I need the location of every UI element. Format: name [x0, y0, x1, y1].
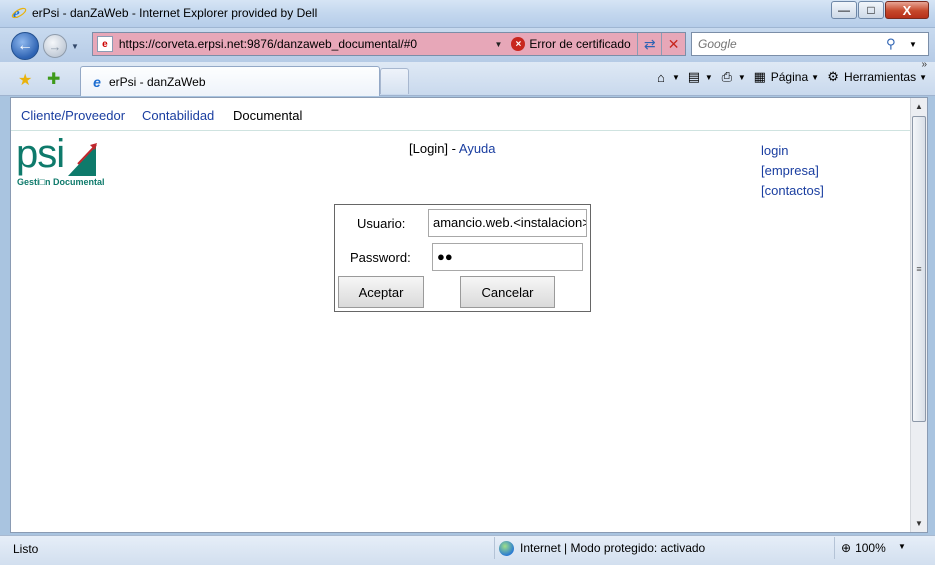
logo-triangle-icon — [68, 143, 97, 176]
certificate-error-icon[interactable]: × — [511, 37, 526, 51]
tools-menu[interactable]: ⚙ Herramientas ▼ — [825, 69, 927, 85]
address-dropdown-icon[interactable]: ▼ — [490, 40, 508, 49]
menu-documental[interactable]: Documental — [233, 108, 302, 123]
add-favorites-icon[interactable]: ✚ — [47, 69, 60, 89]
scroll-thumb[interactable]: ≡ — [912, 116, 926, 422]
side-links: login [empresa] [contactos] — [761, 141, 824, 201]
tab-row: ★ ✚ e erPsi - danZaWeb ⌂ ▼ ▤ ▼ ⎙ ▼ ▦ Página ▼… — [0, 59, 935, 96]
page-menu-label: Página — [770, 70, 809, 84]
feeds-button[interactable]: ▤ ▼ — [686, 69, 713, 85]
stop-icon[interactable]: ✕ — [661, 33, 685, 55]
zoom-magnifier-icon: ⊕ — [841, 541, 852, 555]
page-menu[interactable]: ▦ Página ▼ — [752, 69, 819, 85]
ie-icon: e — [11, 5, 27, 22]
maximize-button[interactable]: □ — [858, 1, 884, 19]
login-form: Usuario: amancio.web.<instalacion> Passw… — [334, 204, 591, 312]
tab-active[interactable]: e erPsi - danZaWeb — [80, 66, 380, 96]
scroll-up-icon[interactable]: ▲ — [911, 98, 927, 115]
password-field[interactable]: ●● — [432, 243, 583, 271]
search-dropdown-icon[interactable]: ▼ — [904, 40, 922, 49]
globe-icon — [499, 540, 514, 556]
feeds-dropdown-icon[interactable]: ▼ — [705, 73, 713, 82]
forward-arrow-icon: → — [48, 38, 62, 54]
username-label: Usuario: — [357, 216, 406, 231]
login-bracket-link[interactable]: [Login] — [409, 141, 448, 156]
help-link[interactable]: Ayuda — [459, 141, 496, 156]
cancel-button[interactable]: Cancelar — [460, 276, 555, 308]
accept-button[interactable]: Aceptar — [338, 276, 424, 308]
certificate-error-label[interactable]: Error de certificado — [529, 37, 633, 51]
app-menu-bar: Cliente/Proveedor Contabilidad Documenta… — [11, 98, 911, 131]
side-link-contactos[interactable]: [contactos] — [761, 181, 824, 201]
forward-button[interactable]: → — [43, 34, 67, 58]
print-button[interactable]: ⎙ ▼ — [719, 69, 746, 85]
print-dropdown-icon[interactable]: ▼ — [738, 73, 746, 82]
address-url[interactable]: https://corveta.erpsi.net:9876/danzaweb_… — [119, 37, 490, 51]
chevron-more-icon[interactable]: » — [921, 59, 927, 70]
zoom-level: 100% — [855, 541, 886, 555]
printer-icon: ⎙ — [721, 69, 733, 84]
header-links: [Login] - Ayuda — [409, 141, 496, 156]
minimize-icon: — — [838, 3, 850, 17]
security-zone[interactable]: Internet | Modo protegido: activado — [494, 537, 705, 559]
tools-dropdown-icon: ▼ — [919, 72, 927, 82]
page-favicon-icon: e — [97, 36, 113, 52]
close-icon: X — [902, 2, 912, 18]
logo-subtitle: Gesti□n Documental — [17, 177, 105, 187]
tab-label: erPsi - danZaWeb — [109, 74, 206, 89]
page-icon: ▦ — [753, 69, 766, 84]
side-link-empresa[interactable]: [empresa] — [761, 161, 824, 181]
rss-icon: ▤ — [687, 69, 701, 84]
menu-contabilidad[interactable]: Contabilidad — [142, 108, 214, 123]
username-field[interactable]: amancio.web.<instalacion> — [428, 209, 587, 237]
address-row: ← → ▼ e https://corveta.erpsi.net:9876/d… — [0, 28, 935, 62]
history-dropdown-icon[interactable]: ▼ — [71, 42, 79, 51]
window-title: erPsi - danZaWeb - Internet Explorer pro… — [32, 6, 318, 20]
psi-logo: psi Gesti□n Documental — [16, 132, 126, 190]
side-link-login[interactable]: login — [761, 141, 824, 161]
refresh-icon[interactable]: ⇄ — [637, 33, 661, 55]
zoom-control[interactable]: ⊕ 100% — [834, 537, 886, 559]
back-button[interactable]: ← — [11, 32, 39, 60]
maximize-icon: □ — [867, 3, 875, 17]
zone-label: Internet | Modo protegido: activado — [520, 541, 706, 555]
tools-menu-label: Herramientas — [844, 70, 917, 84]
minimize-button[interactable]: — — [831, 1, 857, 19]
new-tab-button[interactable] — [380, 68, 409, 94]
home-button[interactable]: ⌂ ▼ — [653, 69, 680, 85]
tab-ie-icon: e — [93, 73, 101, 90]
status-bar: Listo Internet | Modo protegido: activad… — [0, 535, 935, 565]
search-input[interactable] — [698, 37, 886, 51]
title-bar: e erPsi - danZaWeb - Internet Explorer p… — [0, 0, 935, 28]
password-label: Password: — [350, 250, 411, 265]
favorites-star-icon[interactable]: ★ — [18, 70, 32, 90]
page-viewport: Cliente/Proveedor Contabilidad Documenta… — [10, 97, 928, 533]
address-bar[interactable]: e https://corveta.erpsi.net:9876/danzawe… — [92, 32, 686, 56]
page-dropdown-icon: ▼ — [811, 72, 820, 82]
logo-text: psi — [16, 132, 65, 176]
scroll-down-icon[interactable]: ▼ — [911, 515, 927, 532]
back-arrow-icon: ← — [17, 37, 33, 54]
vertical-scrollbar[interactable]: ▲ ≡ ▼ — [910, 98, 927, 532]
home-dropdown-icon[interactable]: ▼ — [672, 73, 680, 82]
zoom-dropdown-icon[interactable]: ▼ — [898, 542, 906, 551]
home-icon: ⌂ — [657, 69, 665, 85]
gear-icon: ⚙ — [827, 69, 839, 84]
search-box[interactable]: ⚲ ▼ — [691, 32, 929, 56]
search-icon[interactable]: ⚲ — [886, 36, 904, 52]
header-separator: - — [448, 141, 459, 156]
menu-cliente-proveedor[interactable]: Cliente/Proveedor — [21, 108, 125, 123]
status-text: Listo — [13, 542, 39, 556]
close-button[interactable]: X — [885, 1, 929, 19]
